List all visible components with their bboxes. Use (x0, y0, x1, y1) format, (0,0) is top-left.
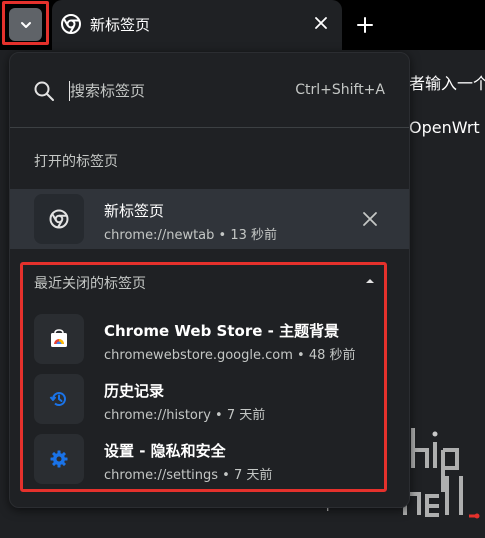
history-icon (49, 392, 66, 407)
open-tabs-heading: 打开的标签页 (34, 154, 118, 170)
plus-icon (357, 17, 373, 33)
item-title: 历史记录 (104, 382, 165, 400)
tab-search-button[interactable] (9, 8, 42, 41)
search-row: Ctrl+Shift+A (10, 53, 409, 128)
tab-strip: 新标签页 (0, 0, 485, 50)
new-tab-button[interactable] (352, 12, 378, 38)
item-icon-box (34, 434, 84, 484)
recent-item[interactable]: 设置 - 隐私和安全 chrome://settings • 7 天前 (10, 434, 409, 494)
chrome-logo-icon (49, 209, 69, 229)
recent-tabs-heading: 最近关闭的标签页 (34, 276, 146, 292)
item-subtitle: chrome://history • 7 天前 (104, 408, 266, 423)
item-icon-box (34, 194, 84, 244)
item-title: 新标签页 (104, 202, 165, 220)
item-subtitle: chrome://newtab • 13 秒前 (104, 228, 278, 243)
keyboard-shortcut: Ctrl+Shift+A (295, 82, 385, 98)
item-icon-box (34, 374, 84, 424)
tab-search-panel: Ctrl+Shift+A 打开的标签页 新标签页 chrome://newtab… (9, 52, 410, 508)
search-icon (34, 81, 54, 101)
collapse-triangle-icon[interactable] (364, 275, 376, 287)
item-icon-box (34, 314, 84, 364)
chevron-down-icon (20, 21, 31, 28)
page-text-line-1: 者输入一个 (409, 74, 485, 93)
page-text-line-2: OpenWrt (409, 118, 480, 137)
active-tab[interactable]: 新标签页 (52, 0, 342, 50)
close-icon[interactable] (361, 210, 379, 228)
tab-close-button[interactable] (312, 14, 330, 32)
recent-item[interactable]: Chrome Web Store - 主题背景 chromewebstore.g… (10, 314, 409, 374)
web-store-icon (51, 329, 67, 347)
item-title: 设置 - 隐私和安全 (104, 442, 226, 460)
recent-item[interactable]: 历史记录 chrome://history • 7 天前 (10, 374, 409, 434)
item-title: Chrome Web Store - 主题背景 (104, 322, 340, 340)
item-subtitle: chromewebstore.google.com • 48 秒前 (104, 348, 356, 363)
close-icon (315, 17, 327, 29)
search-input[interactable] (70, 78, 290, 104)
open-tab-item[interactable]: 新标签页 chrome://newtab • 13 秒前 (10, 189, 409, 249)
chrome-logo-icon (61, 14, 81, 34)
item-subtitle: chrome://settings • 7 天前 (104, 468, 273, 483)
settings-gear-icon (50, 450, 68, 468)
tab-title: 新标签页 (90, 16, 151, 34)
